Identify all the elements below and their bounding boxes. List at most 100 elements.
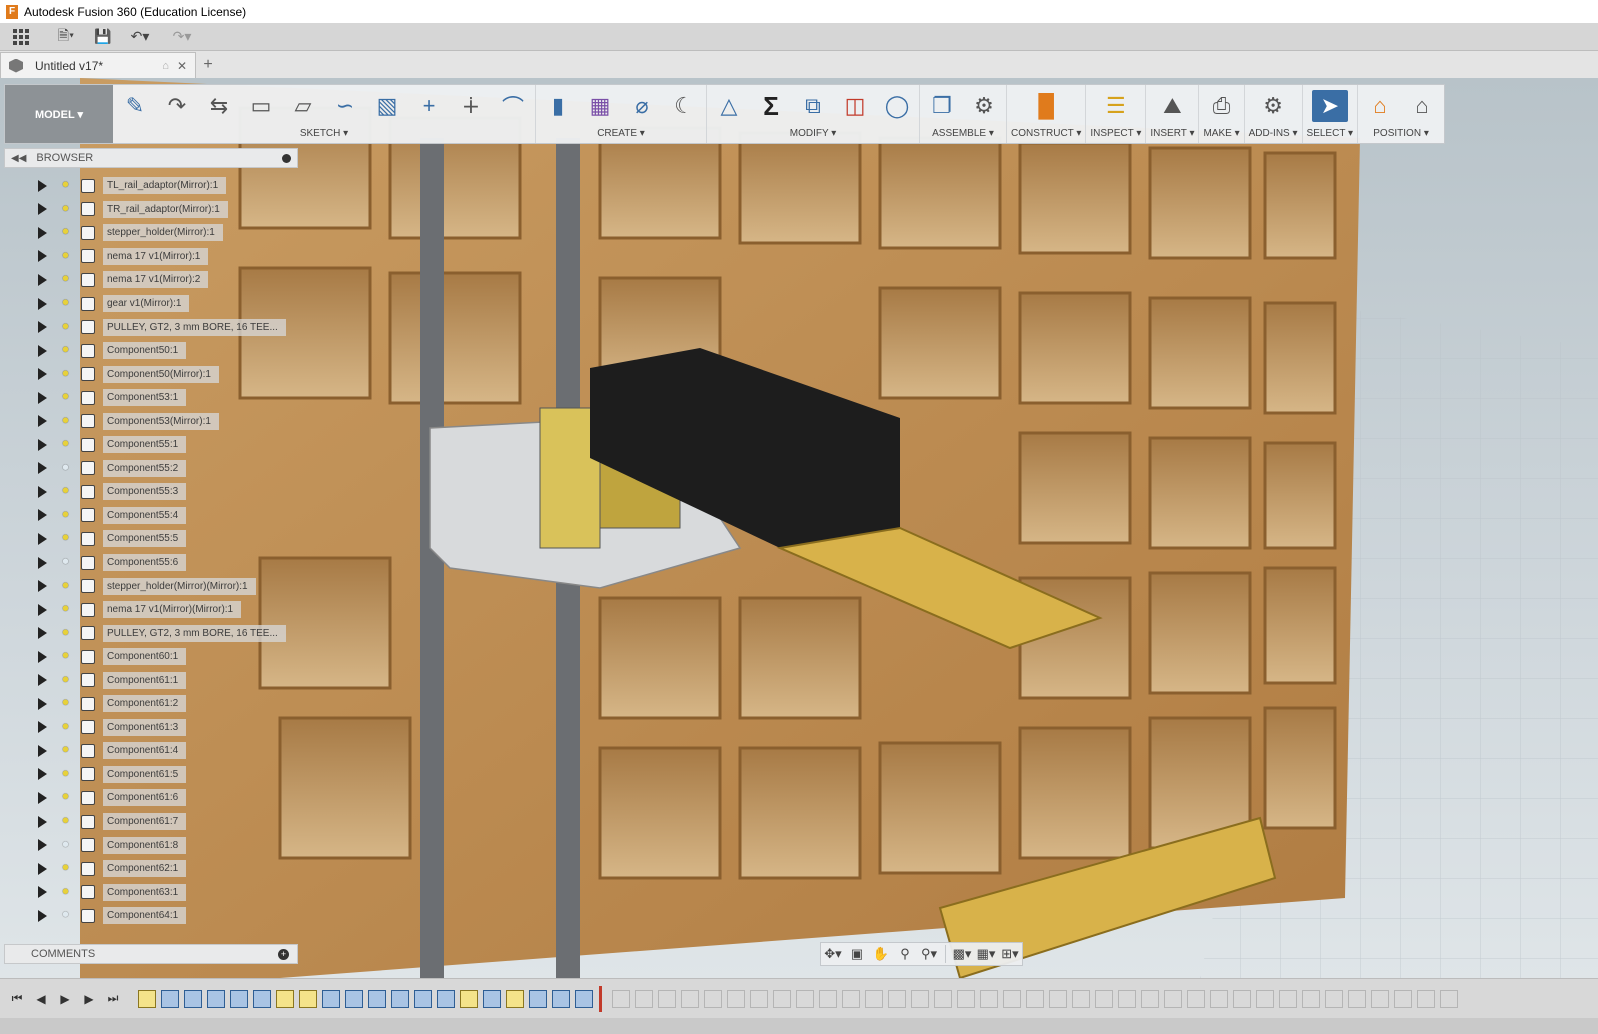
browser-item[interactable]: • Component62:1 xyxy=(4,857,298,881)
timeline-feature[interactable] xyxy=(368,989,386,1008)
timeline-feature[interactable] xyxy=(161,989,179,1008)
spline-icon[interactable]: ∽ xyxy=(327,90,363,122)
extrude-icon[interactable]: ▮ xyxy=(540,90,576,122)
go-to-start-icon[interactable]: ⏮ xyxy=(10,991,24,1007)
visibility-bulb-icon[interactable]: • xyxy=(59,692,72,714)
expand-arrow-icon[interactable] xyxy=(38,391,47,404)
timeline-feature[interactable] xyxy=(207,989,225,1008)
step-back-icon[interactable]: ◀ xyxy=(34,991,48,1007)
browser-item[interactable]: • PULLEY, GT2, 3 mm BORE, 16 TEE... xyxy=(4,315,298,339)
browser-item[interactable]: • stepper_holder(Mirror)(Mirror):1 xyxy=(4,574,298,598)
fit-icon[interactable]: ⚲▾ xyxy=(917,943,941,965)
expand-arrow-icon[interactable] xyxy=(38,485,47,498)
line-icon[interactable]: ↷ xyxy=(159,90,195,122)
visibility-bulb-icon[interactable]: • xyxy=(59,174,72,196)
visibility-bulb-icon[interactable]: • xyxy=(59,221,72,243)
timeline-feature[interactable] xyxy=(575,989,593,1008)
go-to-end-icon[interactable]: ⏭ xyxy=(106,991,120,1007)
visibility-bulb-icon[interactable]: • xyxy=(59,268,72,290)
expand-arrow-icon[interactable] xyxy=(38,368,47,381)
browser-item[interactable]: • Component60:1 xyxy=(4,645,298,669)
insert-image-icon[interactable]: ⛰ xyxy=(1154,90,1190,122)
pan-hand-icon[interactable]: ✋ xyxy=(869,943,893,965)
expand-arrow-icon[interactable] xyxy=(38,627,47,640)
timeline-feature[interactable] xyxy=(483,989,501,1008)
collapse-browser-icon[interactable]: ◀◀ xyxy=(11,153,26,164)
visibility-bulb-icon[interactable]: • xyxy=(59,527,72,549)
step-forward-icon[interactable]: ▶ xyxy=(82,991,96,1007)
expand-arrow-icon[interactable] xyxy=(38,556,47,569)
inspect-group-label[interactable]: INSPECT ▾ xyxy=(1090,127,1141,141)
expand-arrow-icon[interactable] xyxy=(38,250,47,263)
press-pull-icon[interactable]: △ xyxy=(711,90,747,122)
expand-arrow-icon[interactable] xyxy=(38,344,47,357)
create-group-label[interactable]: CREATE ▾ xyxy=(597,127,645,141)
mirror-icon[interactable]: ⇆ xyxy=(201,90,237,122)
expand-arrow-icon[interactable] xyxy=(38,580,47,593)
visibility-bulb-icon[interactable]: • xyxy=(59,504,72,526)
revolve-icon[interactable]: ☾ xyxy=(666,90,702,122)
browser-item[interactable]: • Component50:1 xyxy=(4,339,298,363)
timeline-feature[interactable] xyxy=(437,989,455,1008)
expand-arrow-icon[interactable] xyxy=(38,273,47,286)
browser-item[interactable]: • nema 17 v1(Mirror):1 xyxy=(4,245,298,269)
browser-item[interactable]: • nema 17 v1(Mirror):2 xyxy=(4,268,298,292)
orbit-icon[interactable]: ✥▾ xyxy=(821,943,845,965)
modify-group-label[interactable]: MODIFY ▾ xyxy=(790,127,837,141)
file-menu-icon[interactable]: 🗎▾ xyxy=(44,25,88,49)
add-ins-group-label[interactable]: ADD-INS ▾ xyxy=(1249,127,1298,141)
parameters-icon[interactable]: Σ xyxy=(753,90,789,122)
comments-panel[interactable]: COMMENTS + xyxy=(4,944,298,964)
expand-arrow-icon[interactable] xyxy=(38,791,47,804)
timeline-feature[interactable] xyxy=(345,989,363,1008)
browser-item[interactable]: • stepper_holder(Mirror):1 xyxy=(4,221,298,245)
browser-item[interactable]: • Component55:6 xyxy=(4,551,298,575)
arc-icon[interactable]: ⌒ xyxy=(495,90,531,122)
app-grid-icon[interactable] xyxy=(0,25,30,49)
expand-arrow-icon[interactable] xyxy=(38,415,47,428)
browser-item[interactable]: • Component55:5 xyxy=(4,527,298,551)
capture-position-icon[interactable]: ⌂ xyxy=(1362,90,1398,122)
visibility-bulb-icon[interactable]: • xyxy=(59,622,72,644)
trim-icon[interactable]: ∔ xyxy=(453,90,489,122)
expand-arrow-icon[interactable] xyxy=(38,532,47,545)
expand-arrow-icon[interactable] xyxy=(38,297,47,310)
point-icon[interactable]: + xyxy=(411,90,447,122)
visibility-bulb-icon[interactable]: • xyxy=(59,834,72,856)
visibility-bulb-icon[interactable]: • xyxy=(59,598,72,620)
browser-item[interactable]: • Component61:3 xyxy=(4,716,298,740)
timeline-feature[interactable] xyxy=(253,989,271,1008)
browser-item[interactable]: • TR_rail_adaptor(Mirror):1 xyxy=(4,198,298,222)
visibility-bulb-icon[interactable]: • xyxy=(59,480,72,502)
visibility-bulb-icon[interactable]: • xyxy=(59,245,72,267)
visibility-bulb-icon[interactable]: • xyxy=(59,645,72,667)
document-tab[interactable]: Untitled v17* ⌂ ✕ xyxy=(0,52,196,78)
visibility-bulb-icon[interactable]: • xyxy=(59,904,72,926)
timeline-feature[interactable] xyxy=(460,989,478,1008)
expand-arrow-icon[interactable] xyxy=(38,697,47,710)
visibility-bulb-icon[interactable]: • xyxy=(59,716,72,738)
shell-icon[interactable]: ◯ xyxy=(879,90,915,122)
expand-arrow-icon[interactable] xyxy=(38,862,47,875)
visibility-bulb-icon[interactable]: • xyxy=(59,786,72,808)
visibility-bulb-icon[interactable]: • xyxy=(59,551,72,573)
look-at-icon[interactable]: ▣ xyxy=(845,943,869,965)
form-icon[interactable]: ▦ xyxy=(582,90,618,122)
expand-arrow-icon[interactable] xyxy=(38,744,47,757)
expand-arrow-icon[interactable] xyxy=(38,226,47,239)
close-tab-icon[interactable]: ✕ xyxy=(177,59,187,73)
visibility-bulb-icon[interactable]: • xyxy=(59,198,72,220)
browser-item[interactable]: • Component61:4 xyxy=(4,739,298,763)
browser-item[interactable]: • Component61:7 xyxy=(4,810,298,834)
timeline-feature[interactable] xyxy=(230,989,248,1008)
expand-arrow-icon[interactable] xyxy=(38,462,47,475)
visibility-bulb-icon[interactable]: • xyxy=(59,316,72,338)
insert-group-label[interactable]: INSERT ▾ xyxy=(1150,127,1194,141)
save-icon[interactable]: 💾 xyxy=(88,25,118,49)
visibility-bulb-icon[interactable]: • xyxy=(59,739,72,761)
scripts-gear-icon[interactable]: ⚙ xyxy=(1255,90,1291,122)
expand-arrow-icon[interactable] xyxy=(38,909,47,922)
workspace-switcher[interactable]: MODEL ▾ xyxy=(5,85,113,143)
browser-item[interactable]: • Component53:1 xyxy=(4,386,298,410)
browser-item[interactable]: • Component61:6 xyxy=(4,786,298,810)
